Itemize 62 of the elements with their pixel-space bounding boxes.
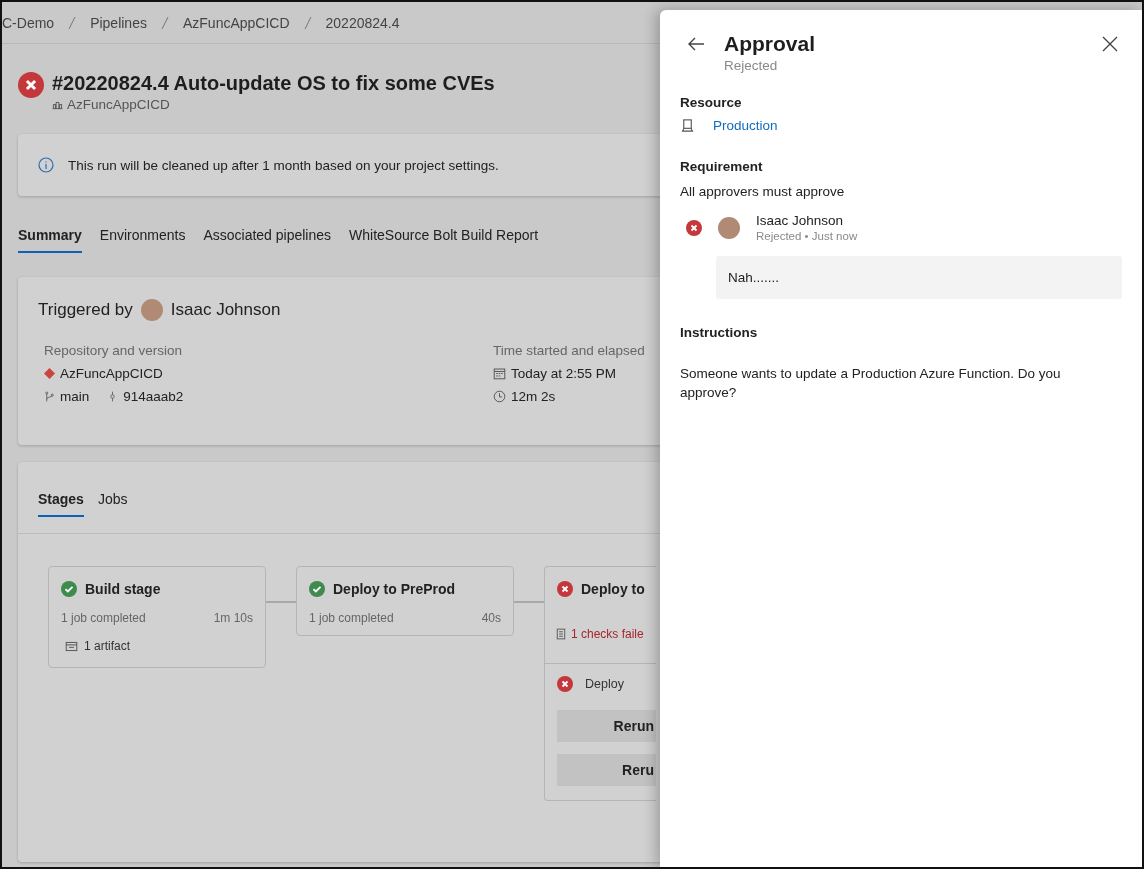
breadcrumb-link[interactable]: Pipelines [90, 14, 147, 31]
stage-card[interactable]: Build stage 1 job completed 1m 10s 1 artifact [48, 566, 266, 668]
jobs-status: 1 job completed [61, 611, 146, 625]
approver-name: Isaac Johnson [756, 213, 845, 228]
jobs-status: 1 job completed [309, 611, 394, 625]
branch-name[interactable]: main [60, 389, 90, 404]
commit-hash[interactable]: 914aaab2 [123, 389, 184, 404]
git-diamond-icon [44, 368, 55, 379]
stage-name: Deploy to [581, 581, 645, 597]
tab[interactable]: WhiteSource Bolt Build Report [349, 226, 539, 253]
triggered-label: Triggered by [38, 300, 133, 320]
repository-name[interactable]: AzFuncAppCICD [60, 366, 163, 381]
stage-duration: 1m 10s [213, 611, 253, 625]
info-icon [38, 157, 54, 173]
checklist-icon [555, 628, 567, 640]
avatar [718, 216, 740, 239]
user-name[interactable]: Isaac Johnson [170, 300, 281, 320]
checks-failed-link[interactable]: 1 checks faile [571, 627, 644, 641]
tab[interactable]: Jobs [97, 490, 128, 517]
slash-separator-icon [68, 15, 77, 30]
rerun-button[interactable]: Rerun [557, 710, 656, 742]
slash-separator-icon [303, 15, 312, 30]
stage-duration: 40s [481, 611, 501, 625]
tab[interactable]: Environments [99, 226, 186, 253]
stage-card[interactable]: Deploy to PreProd 1 job completed 40s [296, 566, 514, 636]
clock-icon [493, 390, 506, 403]
pipeline-icon [52, 99, 63, 110]
stage-card[interactable]: Deploy to 1 checks faile Deploy Rerun Reru [544, 566, 656, 801]
tab[interactable]: Associated pipelines [203, 226, 332, 253]
rerun-button[interactable]: Reru [557, 754, 656, 786]
requirement-text: All approvers must approve [680, 183, 846, 201]
approval-comment: Nah....... [716, 256, 1122, 299]
tab[interactable]: Summary [18, 226, 82, 253]
instructions-text: Someone wants to update a Production Azure Function. Do you approve? [680, 365, 1062, 402]
artifact-link[interactable]: 1 artifact [84, 639, 131, 653]
banner-text: This run will be cleaned up after 1 month based on your project settings. [68, 157, 499, 173]
panel-status: Rejected [724, 58, 779, 73]
elapsed-time: 12m 2s [511, 389, 556, 404]
panel-title: Approval [724, 32, 816, 56]
job-name[interactable]: Deploy [585, 677, 624, 691]
approval-meta: Rejected • Just now [756, 230, 858, 242]
breadcrumb-link[interactable]: AzFuncAppCICD [182, 14, 290, 31]
breadcrumb-link[interactable]: C-Demo [2, 14, 55, 31]
artifact-icon [65, 639, 78, 653]
section-label: Repository and version [44, 343, 184, 358]
stage-name: Build stage [85, 581, 161, 597]
tab[interactable]: Stages [38, 490, 84, 517]
run-title: #20220824.4 Auto-update OS to fix some CVEs [52, 72, 495, 95]
branch-icon [44, 391, 55, 402]
stage-name: Deploy to PreProd [333, 581, 456, 597]
section-heading: Requirement [680, 159, 764, 174]
resource-link[interactable]: Production [713, 118, 778, 133]
section-heading: Instructions [680, 325, 759, 340]
server-icon [680, 118, 695, 133]
pipeline-name[interactable]: AzFuncAppCICD [67, 97, 170, 112]
start-time: Today at 2:55 PM [511, 366, 617, 381]
calendar-icon [493, 367, 506, 380]
breadcrumb-link[interactable]: 20220824.4 [325, 14, 400, 31]
section-heading: Resource [680, 95, 743, 110]
avatar [140, 299, 163, 321]
slash-separator-icon [160, 15, 169, 30]
section-label: Time started and elapsed [493, 343, 646, 358]
